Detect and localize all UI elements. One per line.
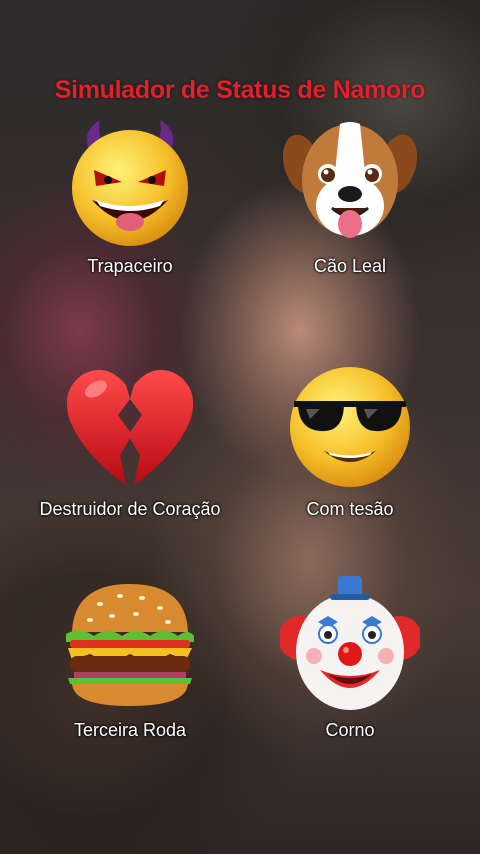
page-title: Simulador de Status de Namoro	[54, 76, 426, 104]
status-card-loyal-dog[interactable]: Cão Leal	[250, 112, 450, 277]
status-card-heartbreaker[interactable]: Destruidor de Coração	[30, 355, 230, 520]
status-label-cheater: Trapaceiro	[87, 256, 173, 276]
hamburger-icon	[66, 584, 194, 706]
clown-face-icon	[280, 576, 420, 710]
status-label-loyal-dog: Cão Leal	[313, 256, 387, 276]
status-label-heartbreaker: Destruidor de Coração	[39, 499, 221, 519]
status-card-cheater[interactable]: Trapaceiro	[30, 112, 230, 277]
broken-heart-icon	[66, 369, 194, 485]
status-card-horny[interactable]: Com tesão	[250, 355, 450, 520]
smiling-devil-icon	[72, 120, 188, 246]
status-label-cuckold: Corno	[325, 720, 375, 740]
sunglasses-face-icon	[290, 367, 410, 487]
dog-face-icon	[282, 122, 418, 238]
status-label-third-wheel: Terceira Roda	[73, 720, 187, 740]
status-card-third-wheel[interactable]: Terceira Roda	[30, 576, 230, 741]
status-card-cuckold[interactable]: Corno	[250, 576, 450, 741]
status-label-horny: Com tesão	[306, 499, 394, 519]
